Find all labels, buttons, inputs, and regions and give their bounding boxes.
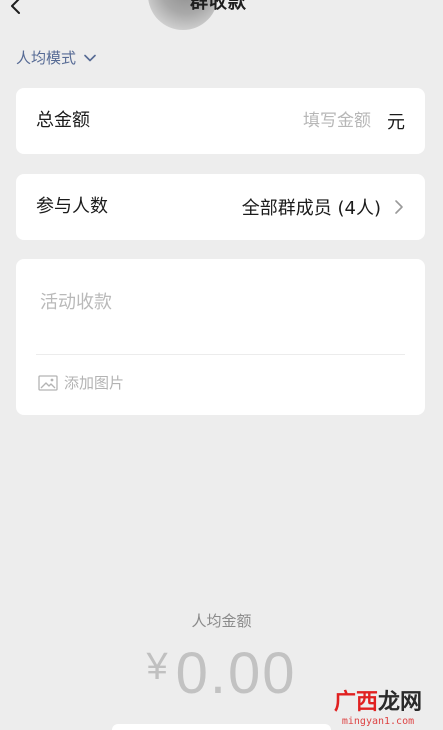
page-title: 群收款 bbox=[190, 0, 247, 13]
participants-value: 全部群成员 (4人) bbox=[241, 198, 381, 219]
chevron-down-icon bbox=[84, 54, 96, 62]
mode-label: 人均模式 bbox=[16, 49, 77, 67]
add-image-button[interactable]: 添加图片 bbox=[38, 373, 124, 393]
image-icon bbox=[38, 375, 58, 391]
chevron-left-icon bbox=[11, 0, 20, 14]
currency-unit-label: 元 bbox=[387, 112, 405, 133]
per-person-amount-label: 人均金额 bbox=[191, 612, 252, 630]
submit-button[interactable] bbox=[112, 724, 331, 730]
chevron-right-icon bbox=[395, 200, 403, 214]
watermark-url: mingyan1.com bbox=[341, 716, 415, 727]
description-input[interactable] bbox=[40, 291, 400, 331]
watermark-text: 广西龙网 bbox=[333, 690, 423, 715]
participants-label: 参与人数 bbox=[36, 196, 108, 217]
header: 群收款 bbox=[0, 0, 443, 30]
add-image-label: 添加图片 bbox=[64, 374, 125, 392]
mode-selector[interactable]: 人均模式 bbox=[16, 48, 96, 68]
description-card: 添加图片 bbox=[16, 259, 425, 415]
participants-row[interactable]: 参与人数 全部群成员 (4人) bbox=[16, 174, 425, 240]
currency-symbol: ¥ bbox=[146, 646, 168, 688]
total-amount-card: 总金额 元 bbox=[16, 88, 425, 154]
group-collection-page: 群收款 人均模式 总金额 元 参与人数 全部群成员 (4人) 添加图片 bbox=[0, 0, 443, 730]
back-button[interactable] bbox=[6, 0, 26, 16]
total-amount-label: 总金额 bbox=[36, 110, 90, 131]
watermark-logo: 广西龙网 mingyan1.com bbox=[317, 690, 439, 728]
per-person-amount-value: 0.00 bbox=[175, 641, 297, 706]
divider bbox=[36, 354, 405, 355]
total-amount-input[interactable] bbox=[219, 110, 373, 132]
